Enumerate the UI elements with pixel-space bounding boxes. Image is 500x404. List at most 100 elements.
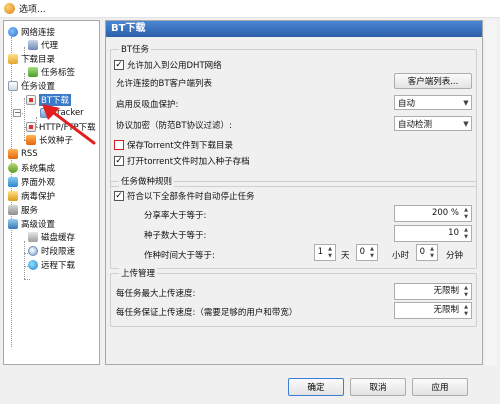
tag-icon [28, 67, 38, 77]
disk-icon [28, 232, 38, 242]
bt-task-group-title: BT任务 [119, 43, 152, 55]
tree-item-speed-limit[interactable]: 时段限速 [28, 245, 75, 257]
hours-value: 0 [359, 247, 365, 257]
rss-icon [8, 149, 18, 159]
save-torrent-label: 保存Torrent文件到下载目录 [127, 141, 234, 151]
system-icon [8, 163, 18, 173]
options-tree[interactable]: − 网络连接 代理 下载目录 任务标签 任务设置 BT下载 Tracker HT… [3, 20, 100, 365]
chevron-down-icon: ▼ [463, 98, 469, 107]
advanced-icon [8, 219, 18, 229]
vertical-scrollbar[interactable] [485, 20, 497, 365]
hours-unit: 小时 [392, 251, 410, 261]
tree-item-tracker[interactable]: Tracker [40, 107, 84, 119]
ratio-value: 200 % [431, 208, 459, 218]
minutes-unit: 分钟 [446, 251, 464, 261]
clock-icon [28, 246, 38, 256]
tree-item-appearance[interactable]: 界面外观 [8, 176, 55, 188]
dht-checkbox[interactable]: ✓ 允许加入到公用DHT网络 [114, 59, 222, 71]
http-icon [26, 122, 36, 132]
guaranteed-upload-field[interactable]: 无限制 ▲ ▼ [394, 302, 472, 319]
tree-item-task-tags[interactable]: 任务标签 [28, 66, 75, 78]
seed-icon [26, 135, 36, 145]
upload-group-title: 上传管理 [119, 267, 158, 279]
bt-icon [26, 95, 36, 105]
network-icon [8, 27, 18, 37]
days-value: 1 [317, 247, 323, 257]
minutes-spinner[interactable]: 0 ▲ ▼ [416, 244, 438, 261]
tree-item-service[interactable]: 服务 [8, 204, 38, 216]
save-torrent-checkbox-box[interactable] [114, 140, 124, 150]
spinner-arrows-icon[interactable]: ▲ ▼ [462, 285, 470, 298]
collapse-bt-icon[interactable]: − [13, 109, 21, 117]
tracker-icon [40, 108, 50, 118]
tree-item-task-settings[interactable]: 任务设置 [8, 80, 55, 92]
seeds-spinner[interactable]: 10 ▲ ▼ [394, 225, 472, 242]
add-to-lib-checkbox-box[interactable]: ✓ [114, 156, 124, 166]
task-icon [8, 81, 18, 91]
guaranteed-upload-label: 每任务保证上传速度:（需要足够的用户和带宽） [116, 308, 298, 318]
days-unit: 天 [341, 251, 350, 261]
service-icon [8, 205, 18, 215]
spinner-arrows-icon[interactable]: ▲ ▼ [428, 246, 436, 259]
minutes-value: 0 [419, 247, 425, 257]
max-upload-field[interactable]: 无限制 ▲ ▼ [394, 283, 472, 300]
anti-leech-label: 启用反吸血保护: [116, 100, 179, 110]
shield-icon [8, 191, 18, 201]
anti-leech-select[interactable]: 自动 ▼ [394, 95, 472, 110]
window-title: 选项... [19, 5, 46, 15]
bt-settings-panel: BT下载 BT任务 ✓ 允许加入到公用DHT网络 允许连接的BT客户端列表 客户… [105, 20, 483, 365]
apply-button[interactable]: 应用 [412, 378, 468, 396]
app-icon [4, 3, 15, 14]
encryption-select[interactable]: 自动检测 ▼ [394, 116, 472, 131]
spinner-arrows-icon[interactable]: ▲ ▼ [326, 246, 334, 259]
save-torrent-checkbox[interactable]: 保存Torrent文件到下载目录 [114, 139, 233, 151]
client-list-label: 允许连接的BT客户端列表 [116, 79, 213, 89]
add-to-lib-checkbox[interactable]: ✓ 打开torrent文件时加入种子存档 [114, 155, 250, 167]
tree-item-disk-cache[interactable]: 磁盘缓存 [28, 231, 75, 243]
tree-item-long-seed[interactable]: 长效种子 [26, 134, 73, 146]
seeds-value: 10 [448, 228, 459, 238]
ok-button[interactable]: 确定 [288, 378, 344, 396]
spinner-arrows-icon[interactable]: ▲ ▼ [462, 304, 470, 317]
seeds-label: 种子数大于等于: [144, 231, 207, 241]
tree-item-download-dir[interactable]: 下载目录 [8, 53, 55, 65]
tree-item-http-ftp[interactable]: HTTP/FTP下载 [26, 121, 96, 133]
time-label: 作种时间大于等于: [144, 251, 215, 261]
cancel-button[interactable]: 取消 [350, 378, 406, 396]
tree-item-network[interactable]: 网络连接 [8, 26, 55, 38]
auto-stop-checkbox[interactable]: ✓ 符合以下全部条件时自动停止任务 [114, 190, 255, 202]
spinner-arrows-icon[interactable]: ▲ ▼ [462, 207, 470, 220]
panel-title: BT下载 [106, 21, 482, 37]
seeding-group-title: 任务做种规则 [119, 175, 175, 187]
tree-item-system[interactable]: 系统集成 [8, 162, 55, 174]
days-spinner[interactable]: 1 ▲ ▼ [314, 244, 336, 261]
globe-icon [28, 260, 38, 270]
tree-item-proxy[interactable]: 代理 [28, 39, 58, 51]
add-to-lib-label: 打开torrent文件时加入种子存档 [127, 157, 250, 167]
proxy-icon [28, 40, 38, 50]
guaranteed-upload-value: 无限制 [433, 305, 459, 315]
window-titlebar: 选项... [0, 0, 500, 18]
max-upload-label: 每任务最大上传速度: [116, 289, 196, 299]
tree-item-bt-download[interactable]: BT下载 [26, 94, 72, 106]
spinner-arrows-icon[interactable]: ▲ ▼ [462, 227, 470, 240]
tree-item-rss[interactable]: RSS [8, 148, 38, 160]
hours-spinner[interactable]: 0 ▲ ▼ [356, 244, 378, 261]
dht-label: 允许加入到公用DHT网络 [127, 61, 222, 71]
spinner-arrows-icon[interactable]: ▲ ▼ [368, 246, 376, 259]
client-list-button[interactable]: 客户端列表... [394, 73, 472, 89]
encryption-value: 自动检测 [398, 119, 433, 130]
tree-item-remote[interactable]: 远程下载 [28, 259, 75, 271]
max-upload-value: 无限制 [433, 286, 459, 296]
encryption-label: 协议加密（防范BT协议过滤）: [116, 121, 232, 131]
auto-stop-checkbox-box[interactable]: ✓ [114, 191, 124, 201]
tree-item-virus[interactable]: 病毒保护 [8, 190, 55, 202]
auto-stop-label: 符合以下全部条件时自动停止任务 [127, 192, 255, 202]
anti-leech-value: 自动 [398, 98, 416, 109]
chevron-down-icon: ▼ [463, 119, 469, 128]
folder-icon [8, 54, 18, 64]
appearance-icon [8, 177, 18, 187]
ratio-spinner[interactable]: 200 % ▲ ▼ [394, 205, 472, 222]
tree-item-advanced[interactable]: 高级设置 [8, 218, 55, 230]
dht-checkbox-box[interactable]: ✓ [114, 60, 124, 70]
